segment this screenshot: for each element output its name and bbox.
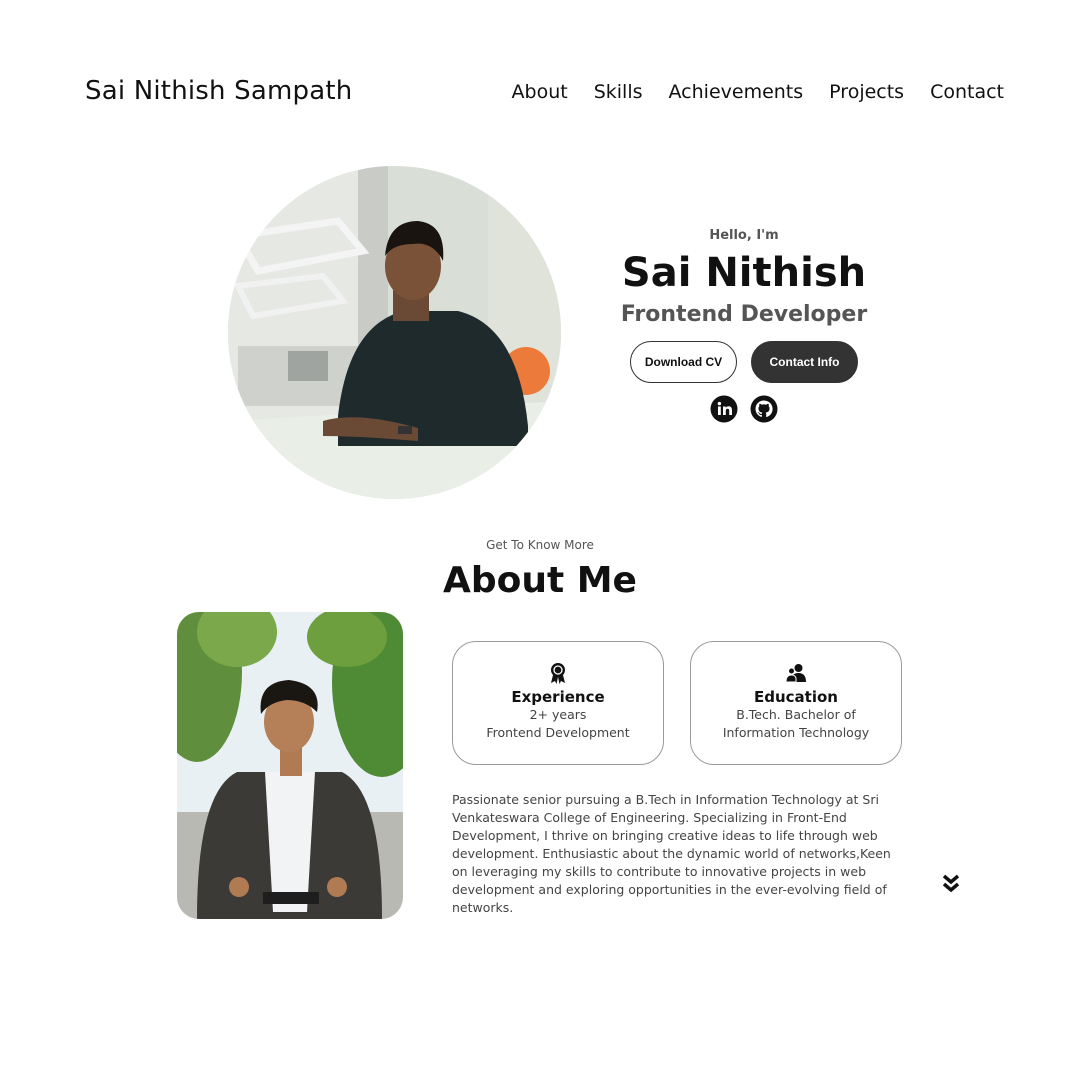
hero-text: Hello, I'm Sai Nithish Frontend Develope… <box>604 228 884 423</box>
award-icon <box>551 663 565 684</box>
section-title: About Me <box>443 560 637 601</box>
contact-info-button[interactable]: Contact Info <box>751 341 858 383</box>
about-photo <box>177 612 403 919</box>
nav-link-about[interactable]: About <box>512 81 568 103</box>
section-subtitle: Get To Know More <box>486 538 594 552</box>
github-icon[interactable] <box>750 395 778 423</box>
about-description: Passionate senior pursuing a B.Tech in I… <box>452 792 891 915</box>
site-logo[interactable]: Sai Nithish Sampath <box>85 76 352 106</box>
linkedin-icon[interactable] <box>710 395 738 423</box>
education-title: Education <box>754 688 838 706</box>
main-nav: About Skills Achievements Projects Conta… <box>512 81 1004 103</box>
experience-card: Experience 2+ years Frontend Development <box>452 641 664 765</box>
education-card: Education B.Tech. Bachelor of Informatio… <box>690 641 902 765</box>
hero-greeting: Hello, I'm <box>709 228 779 243</box>
nav-link-contact[interactable]: Contact <box>930 81 1004 103</box>
social-links <box>604 395 884 423</box>
experience-line-1: 2+ years <box>529 707 587 722</box>
nav-link-skills[interactable]: Skills <box>594 81 643 103</box>
experience-line-2: Frontend Development <box>486 725 630 740</box>
nav-link-projects[interactable]: Projects <box>829 81 904 103</box>
hero-buttons: Download CV Contact Info <box>604 341 884 383</box>
education-line-2: Information Technology <box>722 725 870 740</box>
hero-role: Frontend Developer <box>620 302 868 327</box>
users-icon <box>786 664 806 683</box>
experience-title: Experience <box>511 688 605 706</box>
nav-link-achievements[interactable]: Achievements <box>669 81 804 103</box>
download-cv-button[interactable]: Download CV <box>630 341 737 383</box>
scroll-down-icon[interactable] <box>940 872 962 894</box>
education-line-1: B.Tech. Bachelor of <box>736 707 856 722</box>
hero-profile-photo <box>228 166 561 499</box>
hero-name: Sai Nithish <box>621 250 867 296</box>
